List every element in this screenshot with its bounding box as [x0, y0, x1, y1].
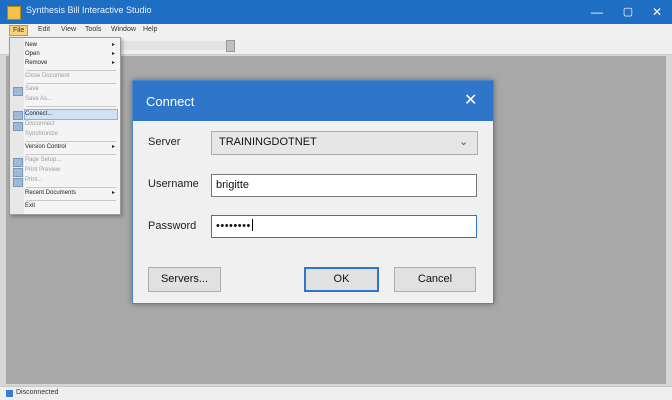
app-icon — [7, 6, 21, 20]
submenu-arrow-icon: ▸ — [111, 144, 115, 150]
menu-item-label: Save — [25, 86, 39, 92]
menu-item-synchronize[interactable]: Synchronize — [25, 130, 117, 139]
status-bar: Disconnected — [0, 386, 672, 400]
window-title: Synthesis Bill Interactive Studio — [26, 5, 152, 15]
menu-separator — [26, 200, 116, 201]
disconnect-icon — [13, 122, 23, 131]
dialog-title: Connect — [146, 94, 195, 109]
menu-item-save[interactable]: Save — [25, 85, 117, 94]
maximize-button[interactable]: ▢ — [614, 3, 642, 21]
submenu-arrow-icon: ▸ — [111, 51, 115, 57]
menu-item-label: Print Preview — [25, 167, 61, 173]
dialog-title-bar: Connect ✕ — [133, 81, 493, 121]
servers-button[interactable]: Servers... — [148, 267, 221, 292]
menu-item-label: Synchronize — [25, 131, 59, 137]
menu-help[interactable]: Help — [140, 25, 160, 34]
menu-item-connect[interactable]: Connect... — [24, 109, 118, 120]
menu-item-label: Print... — [25, 177, 43, 183]
username-field[interactable]: brigitte — [211, 174, 477, 197]
menu-bar: File Edit View Tools Window Help — [0, 24, 672, 38]
password-label: Password — [148, 220, 197, 232]
window-title-bar: Synthesis Bill Interactive Studio — ▢ ✕ — [0, 0, 672, 24]
menu-separator — [26, 106, 116, 107]
menu-separator — [26, 70, 116, 71]
menu-item-recent-documents[interactable]: Recent Documents ▸ — [25, 189, 117, 198]
menu-item-label: Save As... — [25, 96, 53, 102]
cancel-button[interactable]: Cancel — [394, 267, 476, 292]
menu-item-page-setup[interactable]: Page Setup... — [25, 156, 117, 165]
menu-window[interactable]: Window — [108, 25, 139, 34]
menu-view[interactable]: View — [58, 25, 79, 34]
text-caret — [251, 219, 253, 231]
menu-item-new[interactable]: New ▸ — [25, 41, 117, 50]
minimize-button[interactable]: — — [583, 3, 611, 21]
submenu-arrow-icon: ▸ — [111, 60, 115, 66]
menu-item-disconnect[interactable]: Disconnect — [25, 120, 117, 129]
connect-icon — [13, 111, 23, 120]
menu-edit[interactable]: Edit — [35, 25, 53, 34]
menu-item-label: Disconnect — [25, 121, 55, 127]
menu-item-print-preview[interactable]: Print Preview — [25, 166, 117, 175]
menu-item-close-document[interactable]: Close Document — [25, 72, 117, 81]
menu-file[interactable]: File — [9, 25, 29, 36]
menu-item-version-control[interactable]: Version Control ▸ — [25, 143, 117, 152]
menu-item-remove[interactable]: Remove ▸ — [25, 59, 117, 68]
status-text: Disconnected — [16, 389, 59, 396]
status-icon — [6, 390, 13, 397]
close-icon[interactable]: ✕ — [464, 90, 477, 110]
menu-item-save-as[interactable]: Save As... — [25, 95, 117, 104]
toolbar-go-button[interactable] — [226, 40, 235, 52]
chevron-down-icon[interactable]: ⌄ — [459, 135, 468, 148]
server-combobox[interactable]: TRAININGDOTNET ⌄ — [211, 131, 478, 155]
password-mask: •••••••• — [216, 219, 253, 232]
menu-separator — [26, 187, 116, 188]
password-dots: •••••••• — [216, 220, 251, 232]
menu-item-exit[interactable]: Exit — [25, 202, 117, 211]
save-icon — [13, 87, 23, 96]
menu-item-label: Version Control — [25, 144, 67, 150]
submenu-arrow-icon: ▸ — [111, 190, 115, 196]
menu-item-label: Open — [25, 51, 40, 57]
toolbar-address-field[interactable] — [120, 41, 226, 50]
menu-tools[interactable]: Tools — [82, 25, 104, 34]
file-menu-dropdown: New ▸ Open ▸ Remove ▸ Close Document Sav… — [9, 37, 121, 215]
menu-item-label: Close Document — [25, 73, 70, 79]
menu-item-label: Connect... — [25, 111, 53, 117]
menu-item-label: Page Setup... — [25, 157, 62, 163]
menu-separator — [26, 141, 116, 142]
menu-separator — [26, 83, 116, 84]
menu-item-label: Recent Documents — [25, 190, 77, 196]
menu-item-label: New — [25, 42, 38, 48]
username-value: brigitte — [216, 179, 250, 191]
password-field[interactable]: •••••••• — [211, 215, 477, 238]
page-setup-icon — [13, 158, 23, 167]
menu-item-label: Exit — [25, 203, 36, 209]
menu-item-print[interactable]: Print... — [25, 176, 117, 185]
print-preview-icon — [13, 168, 23, 177]
server-label: Server — [148, 136, 181, 148]
server-value: TRAININGDOTNET — [219, 136, 317, 148]
menu-item-label: Remove — [25, 60, 48, 66]
menu-item-open[interactable]: Open ▸ — [25, 50, 117, 59]
ok-button[interactable]: OK — [304, 267, 379, 292]
menu-separator — [26, 154, 116, 155]
submenu-arrow-icon: ▸ — [111, 42, 115, 48]
close-window-button[interactable]: ✕ — [643, 3, 671, 21]
username-label: Username — [148, 178, 199, 190]
connect-dialog: Connect ✕ Server TRAININGDOTNET ⌄ Userna… — [132, 80, 494, 304]
print-icon — [13, 178, 23, 187]
